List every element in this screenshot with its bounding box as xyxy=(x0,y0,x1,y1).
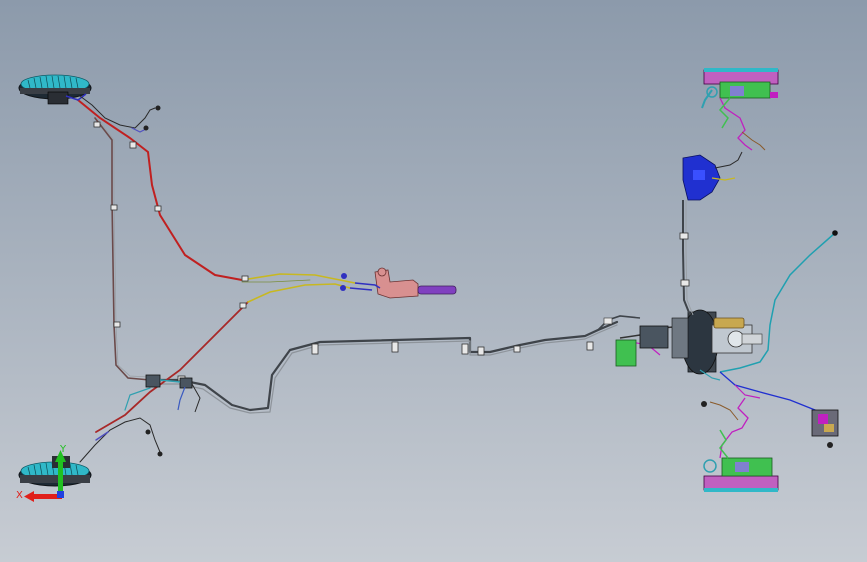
rear-left-sensor-harness xyxy=(79,95,161,133)
main-brake-line-bundle xyxy=(148,320,619,414)
handbrake-yellow-cables xyxy=(241,273,356,303)
rear-right-sensor-harness xyxy=(79,387,163,463)
rear-left-brake-drum[interactable] xyxy=(18,74,92,105)
cad-viewport[interactable]: X Y xyxy=(0,0,867,562)
left-side-vertical-line xyxy=(94,117,151,381)
handbrake-lever[interactable] xyxy=(340,267,457,299)
brake-line-junction[interactable] xyxy=(145,374,201,413)
triad-y-label: Y xyxy=(59,444,67,455)
abs-harness xyxy=(719,371,821,413)
front-right-brake-assembly[interactable] xyxy=(701,397,779,492)
brake-booster-master-cylinder[interactable] xyxy=(615,309,763,381)
front-left-brake-assembly[interactable] xyxy=(701,68,779,151)
abs-module[interactable] xyxy=(811,409,839,448)
brake-system-assembly[interactable]: X Y xyxy=(0,0,867,562)
pedal-bracket[interactable] xyxy=(682,151,743,201)
rear-right-brake-drum[interactable] xyxy=(18,456,92,487)
right-vertical-line xyxy=(679,200,694,316)
parking-brake-cables xyxy=(77,99,249,433)
triad-x-label: X xyxy=(16,490,23,501)
